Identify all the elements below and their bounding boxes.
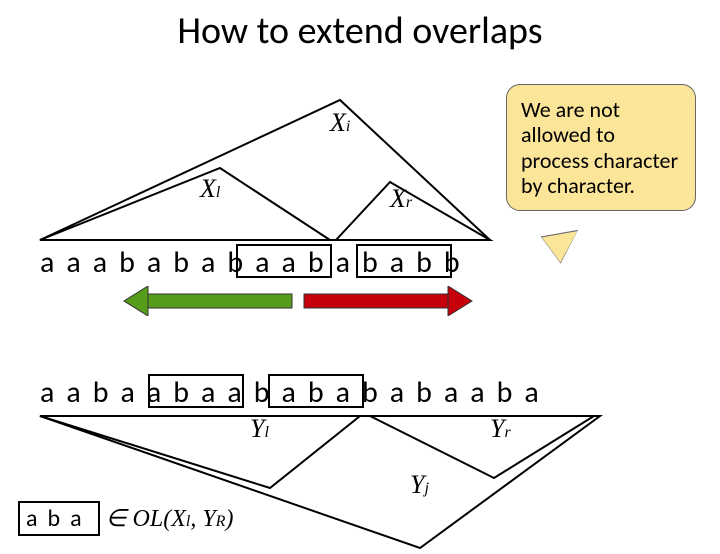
arrow-right [296, 286, 476, 316]
page-title: How to extend overlaps [0, 0, 720, 54]
box-row2-a [148, 374, 244, 408]
box-row1-b [356, 244, 452, 278]
label-xl: Xl [200, 174, 220, 204]
label-xr: Xr [390, 184, 412, 214]
callout-note: We are not allowed to process character … [506, 84, 696, 211]
triangle-xr [330, 176, 500, 242]
membership-statement: aba ∈ OL(Xl, YR) [18, 504, 233, 533]
label-yj: Yj [410, 470, 429, 500]
box-row2-b [268, 374, 364, 408]
arrow-left [120, 286, 300, 316]
box-row1-a [236, 244, 332, 278]
membership-box: aba [18, 501, 100, 536]
triangle-xl [30, 162, 340, 242]
label-xi: Xi [330, 108, 350, 138]
diagram-stage: Xi Xl Xr aaabababaabababb aabaabaabababa… [0, 54, 720, 554]
